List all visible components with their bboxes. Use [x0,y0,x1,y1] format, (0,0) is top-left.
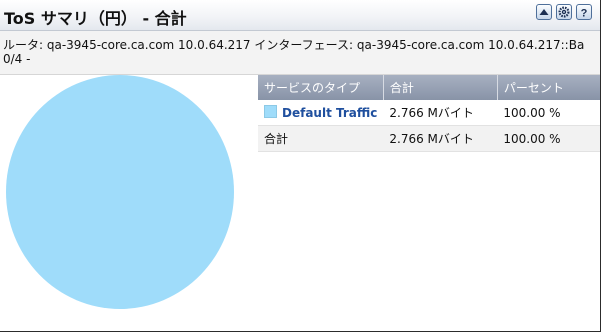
router-interface-line-2: 0/4 - [3,52,31,66]
pie-slice-0[interactable] [6,75,234,309]
total-sum-cell: 2.766 Mバイト [383,125,498,152]
pie-chart [6,75,234,309]
legend-swatch [264,105,277,118]
panel-subtitle: ルータ: qa-3945-core.ca.com 10.0.64.217 インタ… [0,31,600,75]
service-link-default-traffic[interactable]: Default Traffic [282,106,377,120]
collapse-button[interactable] [536,4,552,20]
settings-button[interactable] [556,4,572,20]
total-percent-cell: 100.00 % [497,125,600,152]
router-interface-line-1: ルータ: qa-3945-core.ca.com 10.0.64.217 インタ… [3,38,585,52]
panel-titlebar: ToS サマリ（円） - 合計 ? [0,0,600,31]
triangle-up-icon [539,9,549,15]
gear-icon [558,6,570,18]
total-cell: 2.766 Mバイト [383,100,498,126]
svg-text:?: ? [581,8,588,19]
question-mark-icon: ? [581,8,588,19]
table-row: Default Traffic 2.766 Mバイト 100.00 % [258,100,600,126]
percent-cell: 100.00 % [497,100,600,126]
help-button[interactable]: ? [576,4,592,20]
service-cell: Default Traffic [258,100,384,126]
column-header-service-type[interactable]: サービスのタイプ [258,75,384,100]
total-label-cell: 合計 [258,125,384,152]
tos-table: サービスのタイプ 合計 パーセント Default Traffic 2.766 … [258,75,600,152]
column-header-total[interactable]: 合計 [383,75,498,100]
column-header-percent[interactable]: パーセント [497,75,600,100]
tos-summary-panel: ToS サマリ（円） - 合計 ? ルータ: qa-3945-core.ca.c… [0,0,601,332]
panel-title: ToS サマリ（円） - 合計 [4,9,187,28]
table-header-row: サービスのタイプ 合計 パーセント [258,75,600,100]
table-total-row: 合計 2.766 Mバイト 100.00 % [258,125,600,152]
